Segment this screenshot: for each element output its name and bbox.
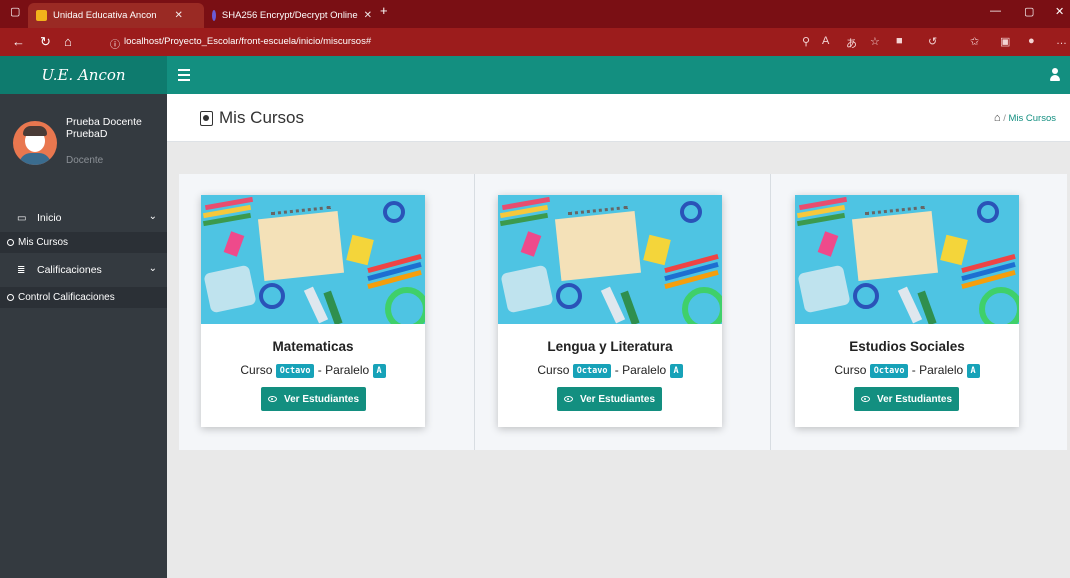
course-title: Matematicas (272, 339, 354, 354)
url-field[interactable]: ⓘ localhost/Proyecto_Escolar/front-escue… (110, 36, 372, 51)
ver-estudiantes-button[interactable]: Ver Estudiantes (261, 387, 366, 411)
course-card: Matematicas Curso Octavo - Paralelo A Ve… (201, 195, 425, 427)
home-icon[interactable]: ⌂ (994, 112, 1001, 124)
more-icon[interactable]: … (1056, 35, 1067, 47)
button-label: Ver Estudiantes (283, 393, 360, 405)
sidebar-item-label: Inicio (37, 212, 62, 224)
site-favicon-icon (212, 10, 216, 21)
course-info: Curso Octavo - Paralelo A (498, 363, 722, 378)
translate-icon[interactable]: あ (846, 35, 857, 51)
eye-icon (563, 396, 573, 402)
page-title-text: Mis Cursos (219, 108, 305, 127)
chevron-down-icon: ⌄ (148, 211, 157, 222)
school-favicon-icon (36, 10, 47, 21)
paralelo-label: - Paralelo (317, 363, 370, 377)
paralelo-label: - Paralelo (911, 363, 964, 377)
sidebar-item-label: Calificaciones (37, 264, 102, 276)
browser-tab-active[interactable]: Unidad Educativa Ancon ✕ (28, 3, 204, 28)
ver-estudiantes-button[interactable]: Ver Estudiantes (557, 387, 662, 411)
user-icon[interactable] (1050, 68, 1060, 82)
refresh-extension-icon[interactable]: ↺ (928, 35, 937, 48)
paralelo-badge: A (669, 364, 683, 378)
browser-tab-bar: ▢ Unidad Educativa Ancon ✕ SHA256 Encryp… (0, 0, 1070, 28)
paralelo-badge: A (966, 364, 980, 378)
collections-icon[interactable]: ▣ (1000, 35, 1010, 48)
course-image (201, 195, 425, 324)
button-label: Ver Estudiantes (876, 393, 953, 405)
user-role: Docente (66, 155, 104, 166)
url-text: localhost/Proyecto_Escolar/front-escuela… (124, 36, 372, 47)
course-info: Curso Octavo - Paralelo A (201, 363, 425, 378)
hamburger-menu-icon[interactable] (178, 69, 190, 84)
close-window-icon[interactable]: ✕ (1055, 5, 1064, 18)
breadcrumb-separator: / (1003, 113, 1006, 124)
avatar (13, 121, 57, 165)
course-info: Curso Octavo - Paralelo A (795, 363, 1019, 378)
curso-badge: Octavo (275, 364, 315, 378)
curso-label: Curso (834, 363, 867, 377)
curso-label: Curso (240, 363, 273, 377)
list-icon: ≣ (17, 264, 26, 276)
close-tab-icon[interactable]: ✕ (175, 10, 183, 21)
course-title: Estudios Sociales (849, 339, 965, 354)
page-header: Mis Cursos ⌂ / Mis Cursos (167, 94, 1070, 142)
breadcrumb: ⌂ / Mis Cursos (994, 112, 1056, 124)
site-info-icon[interactable]: ⓘ (110, 36, 120, 51)
read-aloud-icon[interactable]: A (822, 35, 829, 47)
sidebar-subitem-label: Control Calificaciones (18, 292, 115, 303)
course-image (498, 195, 722, 324)
sidebar: Prueba Docente PruebaD Docente ▭ Inicio … (0, 94, 167, 578)
sidebar-item-inicio[interactable]: ▭ Inicio ⌄ (0, 206, 167, 230)
tab-title: Unidad Educativa Ancon (53, 10, 157, 21)
back-icon[interactable]: ← (12, 34, 25, 49)
curso-label: Curso (537, 363, 570, 377)
eye-icon (860, 396, 870, 402)
restore-icon[interactable]: ▢ (1024, 5, 1034, 18)
sidebar-subitem-label: Mis Cursos (18, 237, 69, 248)
ver-estudiantes-button[interactable]: Ver Estudiantes (854, 387, 959, 411)
search-icon[interactable]: ⚲ (802, 35, 810, 48)
close-tab-icon[interactable]: ✕ (364, 10, 372, 21)
course-title: Lengua y Literatura (547, 339, 673, 354)
user-name-line1: Prueba Docente (66, 116, 142, 128)
button-label: Ver Estudiantes (579, 393, 656, 405)
minimize-icon[interactable]: — (990, 5, 1001, 17)
curso-badge: Octavo (869, 364, 909, 378)
page-title: Mis Cursos (200, 108, 304, 128)
chevron-down-icon: ⌄ (148, 263, 157, 274)
reload-icon[interactable]: ↻ (40, 34, 51, 50)
sidebar-item-calificaciones[interactable]: ≣ Calificaciones ⌄ (0, 258, 167, 282)
paralelo-label: - Paralelo (614, 363, 667, 377)
user-name-line2: PruebaD (66, 128, 108, 140)
favorites-icon[interactable]: ✩ (970, 35, 979, 48)
tab-title: SHA256 Encrypt/Decrypt Online (221, 10, 358, 21)
extension-icon[interactable]: ■ (896, 35, 903, 47)
circle-icon (7, 294, 14, 301)
monitor-icon: ▭ (17, 212, 27, 224)
brand-logo[interactable]: U.E. Ancon (0, 56, 167, 94)
home-icon[interactable]: ⌂ (64, 34, 72, 49)
curso-badge: Octavo (572, 364, 612, 378)
contact-card-icon (200, 110, 213, 126)
app-navbar: U.E. Ancon (0, 56, 1070, 94)
sidebar-subitem-control-calificaciones[interactable]: Control Calificaciones (0, 287, 167, 308)
new-tab-button[interactable]: + (380, 3, 388, 18)
favorite-icon[interactable]: ☆ (870, 35, 880, 48)
sidebar-subitem-mis-cursos[interactable]: Mis Cursos (0, 232, 167, 253)
profile-icon[interactable]: ● (1028, 35, 1035, 47)
window-menu-icon[interactable]: ▢ (10, 5, 20, 18)
course-card: Lengua y Literatura Curso Octavo - Paral… (498, 195, 722, 427)
browser-tab[interactable]: SHA256 Encrypt/Decrypt Online ✕ (204, 3, 372, 28)
course-image (795, 195, 1019, 324)
user-name: Prueba Docente PruebaD (66, 116, 142, 140)
eye-icon (267, 396, 277, 402)
browser-address-bar: ← ↻ ⌂ ⓘ localhost/Proyecto_Escolar/front… (0, 28, 1070, 56)
paralelo-badge: A (372, 364, 386, 378)
circle-icon (7, 239, 14, 246)
course-card: Estudios Sociales Curso Octavo - Paralel… (795, 195, 1019, 427)
breadcrumb-current: Mis Cursos (1008, 113, 1056, 124)
